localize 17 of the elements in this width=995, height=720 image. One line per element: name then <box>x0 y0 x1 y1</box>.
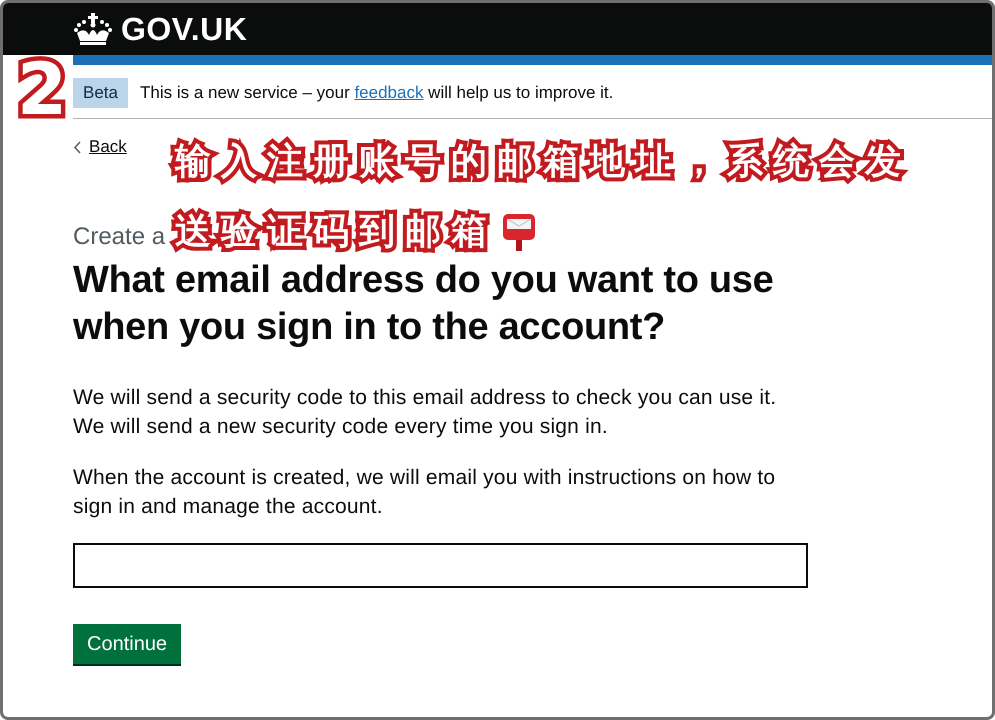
body-text: We will send a security code to this email address to check you can use it. We will send a new security code every time you sign in. <box>73 384 778 440</box>
chevron-left-icon <box>73 140 81 154</box>
step-number: 2 <box>17 53 68 125</box>
annotation-text: 输入注册账号的邮箱地址，系统会发 <box>171 138 915 186</box>
phase-tag: Beta <box>73 78 128 108</box>
email-input[interactable] <box>73 542 808 588</box>
page-heading: What email address do you want to use when you sign in to the account? <box>73 258 774 350</box>
banner-message: This is a new service – your feedback will help us to improve it. <box>140 83 614 103</box>
site-logo[interactable]: GOV.UK <box>121 10 248 48</box>
body-text: When the account is created, we will email you with instructions on how to sign in and manage the account. <box>73 464 776 520</box>
crown-icon <box>73 11 113 47</box>
postbox-icon <box>501 212 537 252</box>
page-caption: Create a <box>73 222 166 250</box>
annotation-text: 送验证码到邮箱 <box>171 208 501 256</box>
back-link[interactable]: Back <box>73 137 127 157</box>
feedback-link[interactable]: feedback <box>354 83 424 102</box>
continue-button[interactable]: Continue <box>73 624 182 664</box>
